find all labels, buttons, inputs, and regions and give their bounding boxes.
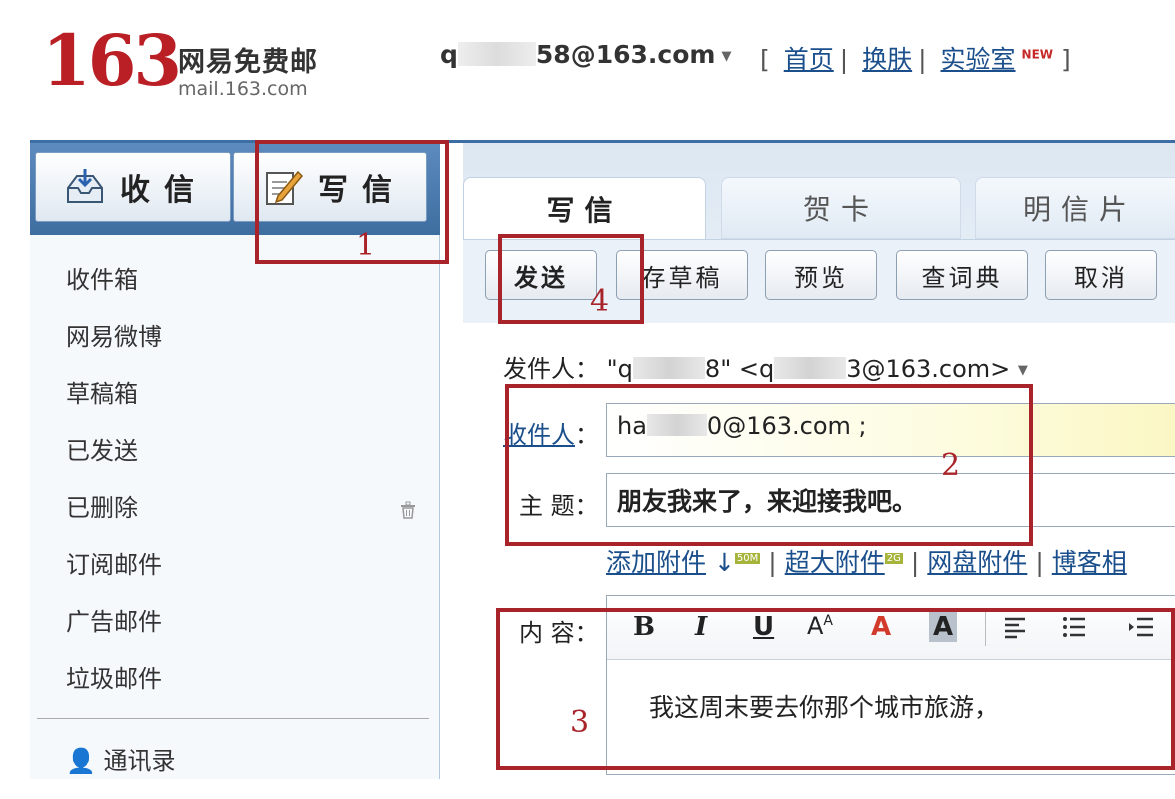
from-label: 发件人： (503, 355, 599, 383)
tab-compose[interactable]: 写信 (463, 177, 706, 239)
add-attachment-link[interactable]: 添加附件 (606, 548, 706, 577)
annotation-number-4: 4 (590, 284, 610, 319)
annotation-number-2: 2 (941, 448, 961, 483)
bracket-open: [ (760, 45, 770, 74)
annotation-box-content (496, 608, 1175, 770)
sidebar-divider (37, 718, 429, 719)
folder-ads[interactable]: 广告邮件 (66, 607, 162, 664)
folder-drafts[interactable]: 草稿箱 (66, 379, 162, 436)
cancel-button[interactable]: 取消 (1045, 250, 1157, 300)
attachment-links: 添加附件 ↓ 50M | 超大附件 2G | 网盘附件 | 博客相 (606, 543, 1127, 579)
attach-separator: | (910, 548, 920, 577)
brand-domain: mail.163.com (178, 78, 308, 100)
attach-separator: | (1035, 548, 1044, 577)
folder-deleted[interactable]: 已删除 (66, 493, 162, 550)
annotation-box-send (498, 234, 644, 324)
redacted-mask (774, 357, 847, 379)
person-icon: 👤 (66, 747, 96, 775)
large-attachment-link[interactable]: 超大附件 (785, 548, 885, 577)
folder-subscriptions[interactable]: 订阅邮件 (66, 550, 162, 607)
folder-sent[interactable]: 已发送 (66, 436, 162, 493)
from-name-end: 8" <q (704, 355, 775, 383)
annotation-box-compose (255, 140, 449, 264)
link-separator: | (839, 45, 849, 74)
blog-album-link[interactable]: 博客相 (1052, 548, 1127, 577)
account-email-suffix: 58@163.com (535, 40, 716, 69)
chevron-down-icon[interactable]: ▼ (721, 49, 731, 64)
from-name-start: "q (606, 355, 633, 383)
tab-postcard[interactable]: 明信片 (975, 177, 1175, 239)
annotation-number-1: 1 (356, 228, 376, 263)
folder-list: 收件箱 网易微博 草稿箱 已发送 已删除 订阅邮件 广告邮件 垃圾邮件 (66, 265, 162, 721)
trash-icon[interactable] (398, 500, 418, 520)
annotation-number-3: 3 (570, 705, 590, 740)
folder-spam[interactable]: 垃圾邮件 (66, 664, 162, 721)
folder-inbox[interactable]: 收件箱 (66, 265, 162, 322)
from-row: 发件人： "q 8" <q 3@163.com> ▼ (503, 349, 1028, 384)
brand-name: 网易免费邮 (178, 47, 318, 78)
preview-button[interactable]: 预览 (765, 250, 877, 300)
from-email-end: 3@163.com> (846, 355, 1011, 383)
brand-logo-number[interactable]: 163 (42, 26, 182, 96)
receive-button[interactable]: 收信 (35, 152, 231, 222)
redacted-mask (457, 42, 536, 66)
lab-link[interactable]: 实验室 (941, 45, 1016, 74)
home-link[interactable]: 首页 (784, 45, 834, 74)
chevron-down-icon[interactable]: ▼ (1018, 363, 1028, 378)
top-links: [ 首页 | 换肤 | 实验室 NEW ] (760, 40, 1071, 76)
paperclip-icon: ↓ (713, 548, 735, 577)
attach-separator: | (768, 548, 777, 577)
receive-label: 收信 (120, 173, 208, 208)
new-badge: NEW (1021, 47, 1054, 62)
skin-link[interactable]: 换肤 (862, 45, 912, 74)
size-badge: 2G (884, 553, 903, 564)
dictionary-button[interactable]: 查词典 (896, 250, 1028, 300)
redacted-mask (632, 357, 705, 379)
folder-weibo[interactable]: 网易微博 (66, 322, 162, 379)
account-menu[interactable]: q 58@163.com ▼ (440, 40, 731, 69)
size-badge: 50M (734, 553, 761, 564)
account-email-prefix: q (440, 40, 458, 69)
contacts-link[interactable]: 👤 通讯录 (66, 741, 176, 776)
tab-greeting-card[interactable]: 贺卡 (721, 177, 961, 239)
inbox-icon (67, 169, 103, 203)
contacts-label: 通讯录 (103, 747, 176, 775)
bracket-close: ] (1060, 45, 1071, 74)
netdisk-attachment-link[interactable]: 网盘附件 (927, 548, 1027, 577)
link-separator: | (918, 45, 927, 74)
